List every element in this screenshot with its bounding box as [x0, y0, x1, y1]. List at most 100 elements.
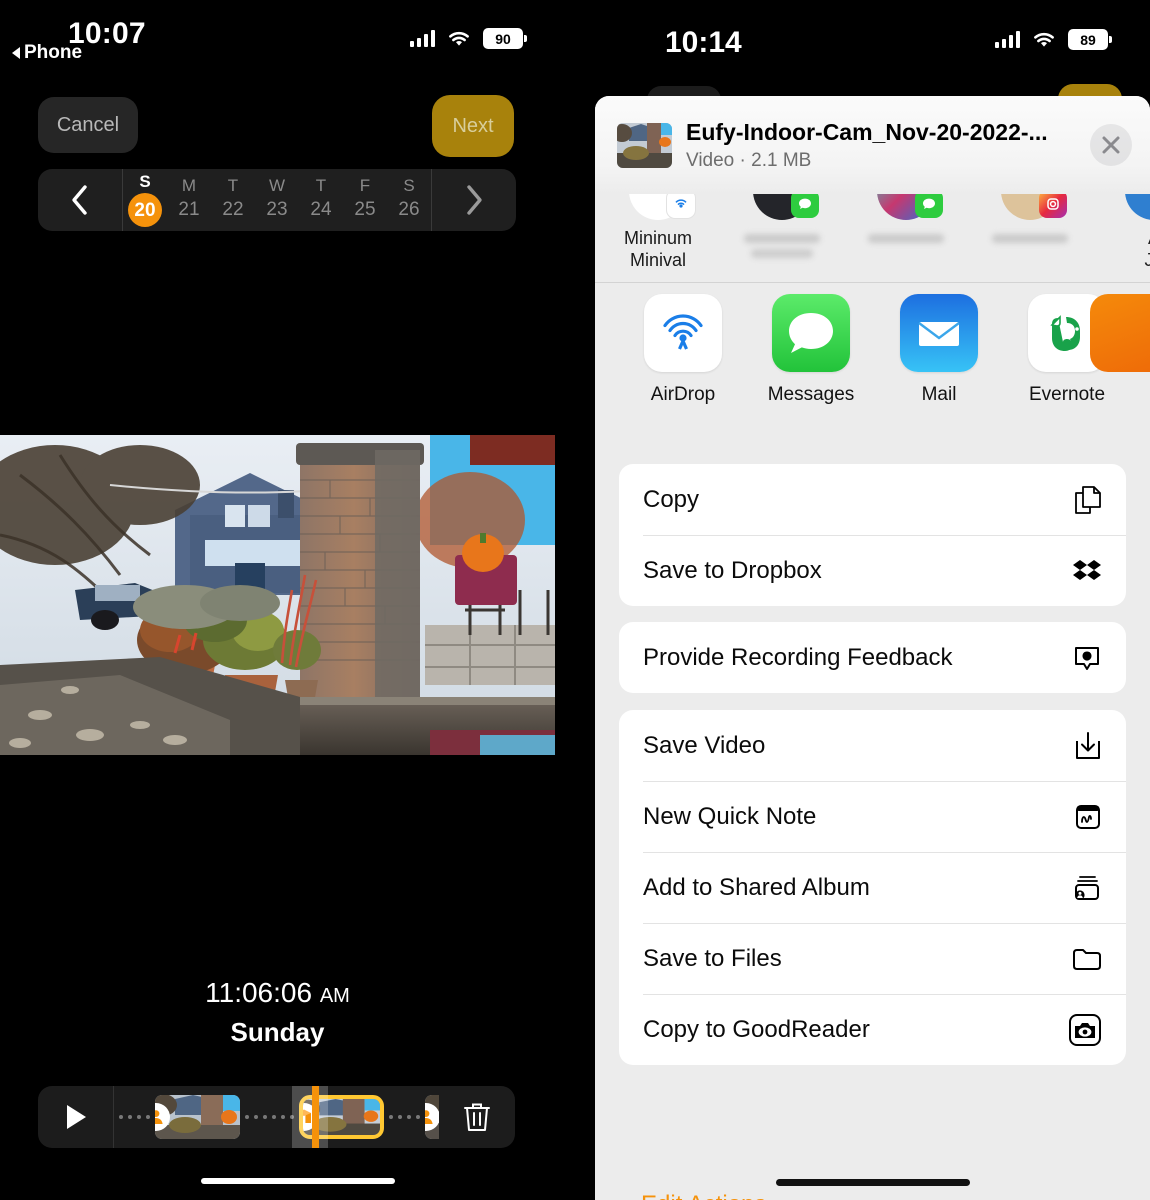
timestamp-ampm: AM [319, 985, 350, 1007]
timeline-clip-1[interactable] [155, 1095, 240, 1139]
date-dow: M [181, 176, 197, 196]
date-picker-strip: S 20 M 21 T 22 W 23 T 24 F 25 S 26 [38, 169, 516, 231]
contact-name-blurred [992, 234, 1068, 243]
cancel-button[interactable]: Cancel [38, 97, 138, 153]
action-label: New Quick Note [643, 802, 817, 830]
close-icon[interactable] [1090, 124, 1132, 166]
action-group-3: Save Video New Quick Note Add to Shared … [619, 710, 1126, 1065]
timeline-gap-dots [240, 1115, 299, 1119]
home-indicator-right [775, 1179, 970, 1186]
timeline-track[interactable] [114, 1086, 439, 1148]
action-label: Copy to GoodReader [643, 1015, 870, 1043]
date-cell-25[interactable]: F 25 [343, 177, 387, 222]
playback-dayname: Sunday [230, 1017, 325, 1047]
airdrop-icon [644, 294, 722, 372]
play-button[interactable] [38, 1086, 114, 1148]
camera-video-player[interactable] [0, 435, 555, 755]
action-save-to-files[interactable]: Save to Files [619, 923, 1126, 994]
share-app-mail[interactable]: Mail [875, 294, 1003, 406]
date-dow: S [139, 171, 151, 191]
date-number: 21 [178, 199, 200, 221]
playback-timestamp: 11:06:06 AM [0, 977, 555, 1009]
left-phone-panel: 10:07 Phone 90 Cancel Next S 20 M 21 T 2… [0, 0, 595, 1200]
status-time: 10:14 [665, 26, 742, 59]
contact-name-blurred [744, 234, 820, 243]
date-cell-22[interactable]: T 22 [211, 177, 255, 222]
week-days: S 20 M 21 T 22 W 23 T 24 F 25 S 26 [122, 169, 432, 231]
contact-item[interactable]: Mininum Minival [609, 184, 707, 271]
dual-phone-screenshot: 10:07 Phone 90 Cancel Next S 20 M 21 T 2… [0, 0, 1150, 1200]
home-indicator-left [200, 1178, 395, 1184]
app-label: Evernote [1028, 384, 1106, 405]
right-phone-panel: 10:14 89 Eufy-Indoor-Cam_Nov-20-2022-...… [595, 0, 1150, 1200]
action-label: Provide Recording Feedback [643, 643, 953, 671]
action-group-2: Provide Recording Feedback [619, 622, 1126, 693]
back-to-phone-link[interactable]: Phone [12, 42, 82, 64]
contact-name: Mininum Minival [623, 228, 693, 270]
cellular-bars-icon [410, 30, 435, 47]
playhead-marker[interactable] [312, 1086, 319, 1148]
share-app-airdrop[interactable]: AirDrop [619, 294, 747, 406]
date-dow: S [403, 176, 415, 196]
copy-icon [1064, 485, 1102, 515]
next-week-button[interactable] [432, 169, 516, 231]
date-cell-26[interactable]: S 26 [387, 177, 431, 222]
action-new-quick-note[interactable]: New Quick Note [619, 781, 1126, 852]
action-copy-to-goodreader[interactable]: Copy to GoodReader [619, 994, 1126, 1065]
contact-item[interactable]: A Jo [1105, 184, 1150, 271]
contact-subname-blurred [751, 249, 813, 258]
quicknote-icon [1064, 803, 1102, 831]
date-dow: T [227, 176, 239, 196]
date-dow: F [359, 176, 371, 196]
contact-item[interactable] [733, 184, 831, 258]
messages-icon [772, 294, 850, 372]
feedback-icon [1064, 643, 1102, 673]
timestamp-value: 11:06:06 [205, 977, 313, 1008]
app-label: AirDrop [650, 384, 716, 405]
status-indicators-left: 90 [410, 28, 527, 49]
battery-icon: 89 [1068, 29, 1112, 50]
cellular-bars-icon [995, 31, 1020, 48]
divider [595, 282, 1150, 283]
file-title: Eufy-Indoor-Cam_Nov-20-2022-... [686, 119, 1048, 146]
instagram-icon [1039, 190, 1067, 218]
messages-icon [915, 190, 943, 218]
status-indicators-right: 89 [995, 29, 1112, 50]
messages-icon [791, 190, 819, 218]
share-app-partial-orange[interactable] [1090, 294, 1150, 372]
airdrop-icon [667, 190, 695, 218]
date-cell-20[interactable]: S 20 [123, 171, 167, 228]
date-cell-24[interactable]: T 24 [299, 177, 343, 222]
edit-actions-button[interactable]: Edit Actions... [641, 1191, 786, 1200]
share-app-messages[interactable]: Messages [747, 294, 875, 406]
goodreader-icon [1064, 1013, 1102, 1047]
wifi-icon [447, 30, 471, 48]
back-label: Phone [24, 42, 83, 63]
action-save-video[interactable]: Save Video [619, 710, 1126, 781]
delete-button[interactable] [439, 1102, 515, 1132]
date-cell-21[interactable]: M 21 [167, 177, 211, 222]
dropbox-icon [1064, 557, 1102, 585]
action-add-to-shared-album[interactable]: Add to Shared Album [619, 852, 1126, 923]
status-bar-right: 10:14 89 [595, 0, 1150, 80]
timeline-scrubber[interactable] [38, 1086, 515, 1148]
date-number: 23 [266, 199, 288, 221]
wifi-icon [1032, 31, 1056, 49]
action-copy[interactable]: Copy [619, 464, 1126, 535]
share-apps-row: AirDrop Messages Mail Evernote [595, 294, 1150, 434]
file-subtitle: Video · 2.1 MB [686, 149, 812, 171]
date-number: 24 [310, 199, 332, 221]
prev-week-button[interactable] [38, 169, 122, 231]
action-save-to-dropbox[interactable]: Save to Dropbox [619, 535, 1126, 606]
date-number: 22 [222, 199, 244, 221]
next-button[interactable]: Next [432, 95, 514, 157]
action-group-1: Copy Save to Dropbox [619, 464, 1126, 606]
action-label: Save to Files [643, 944, 782, 972]
file-thumbnail [617, 122, 672, 168]
timeline-clip-3[interactable] [425, 1095, 439, 1139]
date-cell-23[interactable]: W 23 [255, 177, 299, 222]
action-label: Save to Dropbox [643, 556, 822, 584]
file-meta: Eufy-Indoor-Cam_Nov-20-2022-... Video · … [686, 118, 1076, 172]
action-provide-recording-feedback[interactable]: Provide Recording Feedback [619, 622, 1126, 693]
folder-icon [1064, 946, 1102, 972]
